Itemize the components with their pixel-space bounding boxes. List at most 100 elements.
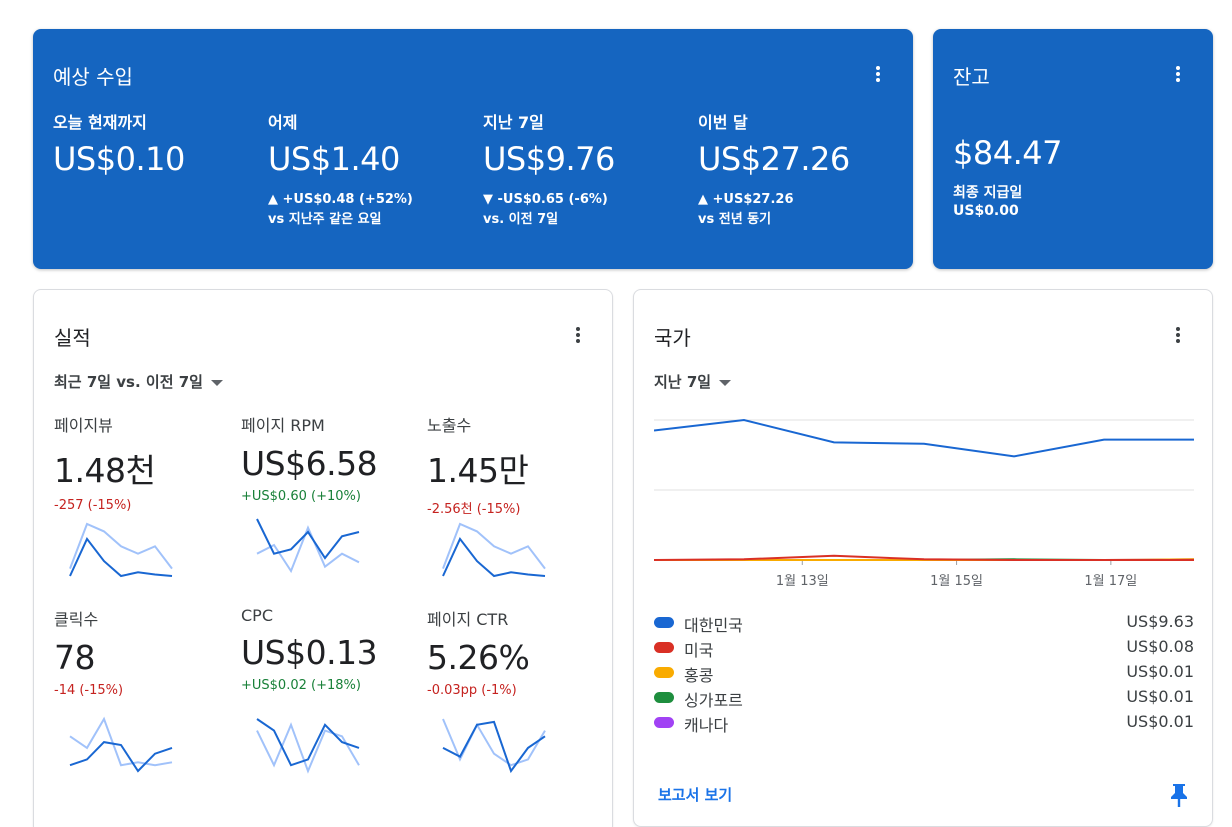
metric-delta: -257 (-15%) (54, 498, 132, 513)
cpc-sparkline (256, 718, 360, 774)
metric-clicks[interactable]: 클릭수 78 -14 (-15%) (54, 606, 224, 698)
legend-swatch (654, 717, 674, 728)
metric-delta: -0.03pp (-1%) (427, 683, 517, 698)
x-tick-label: 1월 15일 (930, 574, 983, 589)
legend-swatch (654, 617, 674, 628)
earnings-month-label: 이번 달 (698, 113, 748, 132)
previous-period-line (442, 522, 546, 570)
metric-cpc[interactable]: CPC US$0.13 +US$0.02 (+18%) (241, 606, 411, 693)
metric-value: US$0.13 (241, 633, 378, 672)
legend-value: US$0.08 (1126, 637, 1194, 656)
metric-page-ctr[interactable]: 페이지 CTR 5.26% -0.03pp (-1%) (427, 606, 597, 698)
metric-label: CPC (241, 606, 273, 625)
balance-title: 잔고 (953, 65, 990, 89)
metric-value: 5.26% (427, 638, 530, 677)
earnings-last7-compare: vs. 이전 7일 (483, 212, 559, 227)
metric-label: 페이지 CTR (427, 610, 509, 629)
earnings-month-value: US$27.26 (698, 140, 850, 178)
current-period-line (256, 518, 360, 560)
legend-value: US$0.01 (1126, 662, 1194, 681)
countries-range-label: 지난 7일 (654, 373, 712, 391)
pageviews-sparkline (69, 522, 173, 578)
impressions-sparkline (442, 522, 546, 578)
earnings-last7-delta: ▼ -US$0.65 (-6%) (483, 192, 608, 207)
arrow-drop-down-icon (210, 379, 223, 386)
legend-row: 싱가포르 US$0.01 (654, 687, 1194, 712)
metric-label: 페이지뷰 (54, 416, 113, 435)
legend-row: 캐나다 US$0.01 (654, 712, 1194, 737)
view-report-link[interactable]: 보고서 보기 (658, 784, 732, 805)
performance-range-dropdown[interactable]: 최근 7일 vs. 이전 7일 (54, 371, 223, 392)
legend-row: 대한민국 US$9.63 (654, 612, 1194, 637)
countries-card: 국가 지난 7일 1월 13일 1월 15일 1월 17일 대한민국 US$9.63… (633, 289, 1213, 827)
pin-icon[interactable] (1168, 782, 1190, 808)
current-period-line (69, 536, 173, 578)
page-ctr-sparkline (442, 718, 546, 774)
series-line-1 (654, 418, 1194, 458)
metric-page-rpm[interactable]: 페이지 RPM US$6.58 +US$0.60 (+10%) (241, 412, 411, 504)
current-period-line (256, 718, 360, 767)
legend-row: 홍콩 US$0.01 (654, 662, 1194, 687)
metric-label: 노출수 (427, 416, 472, 435)
metric-delta: -14 (-15%) (54, 683, 124, 698)
metric-value: 78 (54, 638, 96, 677)
metric-impressions[interactable]: 노출수 1.45만 -2.56천 (-15%) (427, 412, 597, 517)
legend-value: US$0.01 (1126, 712, 1194, 731)
earnings-last7-value: US$9.76 (483, 140, 615, 178)
current-period-line (442, 720, 546, 774)
earnings-yesterday-delta: ▲ +US$0.48 (+52%) (268, 192, 413, 207)
more-vert-icon[interactable] (866, 62, 890, 86)
page-rpm-sparkline (256, 518, 360, 574)
metric-pageviews[interactable]: 페이지뷰 1.48천 -257 (-15%) (54, 412, 224, 513)
earnings-yesterday-compare: vs 지난주 같은 요일 (268, 212, 382, 227)
x-tick-label: 1월 13일 (776, 574, 829, 589)
legend-swatch (654, 642, 674, 653)
performance-card: 실적 최근 7일 vs. 이전 7일 페이지뷰 1.48천 -257 (-15%… (33, 289, 613, 827)
earnings-last7: 지난 7일 US$9.76 ▼ -US$0.65 (-6%) vs. 이전 7일 (483, 109, 683, 230)
legend-value: US$9.63 (1126, 612, 1194, 631)
countries-line-chart: 1월 13일 1월 15일 1월 17일 (654, 418, 1194, 589)
last-payment-label: 최종 지급일 (953, 185, 1023, 201)
previous-period-line (69, 716, 173, 767)
previous-period-line (69, 522, 173, 570)
legend-country: 미국 (684, 641, 714, 660)
earnings-today-value: US$0.10 (53, 140, 185, 178)
legend-swatch (654, 667, 674, 678)
clicks-sparkline (69, 716, 173, 773)
metric-delta: +US$0.02 (+18%) (241, 678, 361, 693)
metric-label: 페이지 RPM (241, 416, 325, 435)
earnings-month: 이번 달 US$27.26 ▲ +US$27.26 vs 전년 동기 (698, 109, 898, 230)
metric-delta: +US$0.60 (+10%) (241, 489, 361, 504)
metric-value: 1.45만 (427, 451, 529, 490)
metric-value: 1.48천 (54, 451, 156, 490)
more-vert-icon[interactable] (566, 323, 590, 347)
legend-country: 싱가포르 (684, 691, 743, 710)
legend-country: 대한민국 (684, 616, 743, 635)
arrow-drop-down-icon (719, 379, 732, 386)
series-line-2 (654, 554, 1194, 561)
legend-swatch (654, 692, 674, 703)
legend-country: 캐나다 (684, 716, 729, 735)
previous-period-line (442, 718, 546, 767)
earnings-month-compare: vs 전년 동기 (698, 212, 772, 227)
legend-value: US$0.01 (1126, 687, 1194, 706)
last-payment-value: US$0.00 (953, 203, 1019, 219)
earnings-yesterday-label: 어제 (268, 113, 298, 132)
earnings-last7-label: 지난 7일 (483, 113, 544, 132)
more-vert-icon[interactable] (1166, 62, 1190, 86)
estimated-earnings-title: 예상 수입 (53, 65, 133, 89)
more-vert-icon[interactable] (1166, 323, 1190, 347)
x-tick-label: 1월 17일 (1084, 574, 1137, 589)
countries-title: 국가 (654, 326, 691, 350)
estimated-earnings-card: 예상 수입 오늘 현재까지 US$0.10 어제 US$1.40 ▲ +US$0… (33, 29, 913, 269)
legend-country: 홍콩 (684, 666, 714, 685)
metric-delta: -2.56천 (-15%) (427, 502, 521, 517)
earnings-yesterday: 어제 US$1.40 ▲ +US$0.48 (+52%) vs 지난주 같은 요… (268, 109, 468, 230)
performance-title: 실적 (54, 326, 91, 350)
countries-range-dropdown[interactable]: 지난 7일 (654, 371, 732, 392)
earnings-today: 오늘 현재까지 US$0.10 (53, 109, 253, 178)
performance-range-label: 최근 7일 vs. 이전 7일 (54, 373, 203, 391)
earnings-yesterday-value: US$1.40 (268, 140, 400, 178)
metric-value: US$6.58 (241, 444, 378, 483)
legend-row: 미국 US$0.08 (654, 637, 1194, 662)
